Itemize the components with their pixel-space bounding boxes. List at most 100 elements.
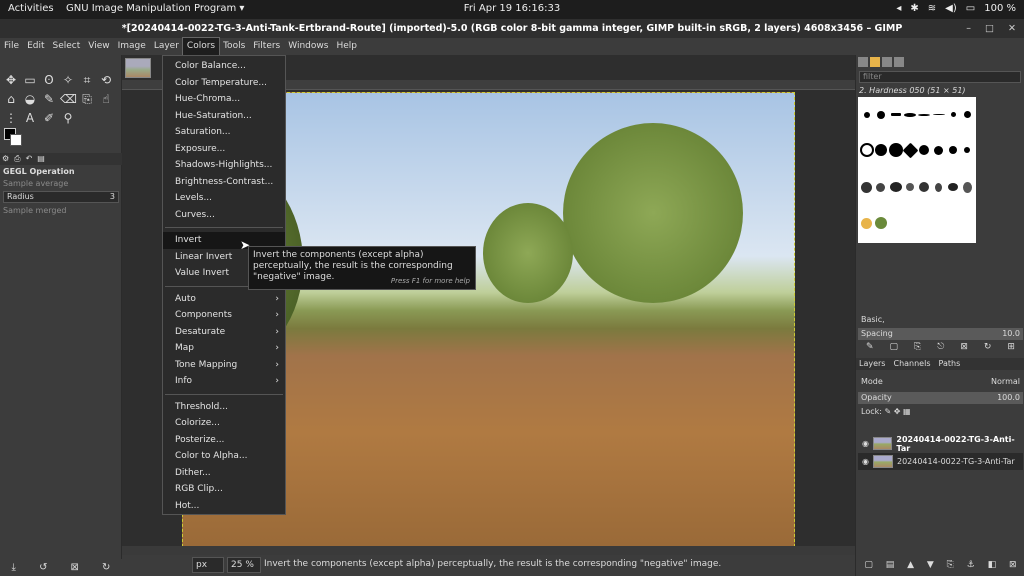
menu-item[interactable]: Color Temperature... [163, 75, 285, 92]
visibility-eye-icon[interactable]: ◉ [862, 439, 869, 448]
brush-swatch[interactable] [890, 113, 901, 117]
raise-layer-icon[interactable]: ▲ [907, 560, 914, 574]
mode-select[interactable]: Normal [991, 376, 1020, 388]
brush-swatch[interactable] [874, 217, 887, 230]
fuzzy-select-tool-icon[interactable]: ✧ [60, 72, 76, 88]
clock[interactable]: Fri Apr 19 16:16:33 [0, 3, 1024, 14]
tab-paths[interactable]: Paths [939, 358, 961, 370]
brush-swatch[interactable] [906, 183, 915, 192]
brush-swatch[interactable] [962, 181, 972, 193]
unit-select[interactable]: px [192, 557, 224, 573]
duplicate-brush-icon[interactable]: ⎘ [914, 342, 921, 356]
anchor-layer-icon[interactable]: ⚓ [967, 560, 975, 574]
menu-item[interactable]: Hue-Saturation... [163, 108, 285, 125]
brush-swatch[interactable] [888, 143, 903, 158]
brush-filter-input[interactable]: filter [859, 71, 1021, 83]
menu-file[interactable]: File [0, 38, 23, 55]
brushes-tab-icon[interactable] [858, 57, 868, 67]
brush-swatch-selected[interactable] [859, 143, 874, 158]
lasso-tool-icon[interactable]: ʘ [41, 72, 57, 88]
reset-options-icon[interactable]: ↻ [102, 559, 110, 576]
edit-brush-icon[interactable]: ✎ [866, 342, 874, 356]
crop-tool-icon[interactable]: ⌗ [79, 72, 95, 88]
new-brush-icon[interactable]: ▢ [890, 342, 899, 356]
copy-location-icon[interactable]: ⎋ [937, 342, 944, 356]
menu-item[interactable]: Saturation... [163, 124, 285, 141]
new-layer-icon[interactable]: ▢ [864, 560, 873, 574]
submenu-tone-mapping[interactable]: Tone Mapping › [163, 357, 285, 374]
brush-swatch[interactable] [861, 217, 873, 229]
brush-swatch[interactable] [904, 112, 917, 117]
brush-swatch[interactable] [963, 111, 971, 119]
images-tab-icon[interactable]: ▤ [37, 153, 45, 165]
brush-swatch[interactable] [948, 183, 959, 192]
paintbrush-tool-icon[interactable]: ✎ [41, 91, 57, 107]
move-tool-icon[interactable]: ✥ [3, 72, 19, 88]
menu-select[interactable]: Select [49, 38, 85, 55]
text-tool-icon[interactable]: A [22, 110, 38, 126]
sample-average-checkbox[interactable]: Sample average [0, 178, 122, 189]
menu-item[interactable]: Color Balance... [163, 58, 285, 75]
tab-layers[interactable]: Layers [859, 358, 885, 370]
menu-item[interactable]: Colorize... [163, 415, 285, 432]
brush-grid[interactable] [858, 97, 976, 243]
new-group-icon[interactable]: ▤ [886, 560, 895, 574]
rect-select-tool-icon[interactable]: ▭ [22, 72, 38, 88]
menu-edit[interactable]: Edit [23, 38, 48, 55]
gradients-tab-icon[interactable] [894, 57, 904, 67]
zoom-select[interactable]: 25 % [227, 557, 261, 573]
lock-alpha-icon[interactable]: ▦ [903, 407, 911, 416]
submenu-info[interactable]: Info › [163, 373, 285, 390]
duplicate-layer-icon[interactable]: ⎘ [947, 560, 954, 574]
brush-preset-select[interactable]: Basic, [858, 314, 1023, 326]
brush-swatch[interactable] [949, 146, 958, 155]
bucket-fill-tool-icon[interactable]: ◒ [22, 91, 38, 107]
lock-position-icon[interactable]: ✥ [894, 407, 901, 416]
menu-image[interactable]: Image [114, 38, 150, 55]
brush-swatch[interactable] [889, 182, 902, 193]
delete-options-icon[interactable]: ⊠ [71, 559, 79, 576]
menu-item[interactable]: Levels... [163, 190, 285, 207]
layer-row[interactable]: ◉ 20240414-0022-TG-3-Anti-Tar [858, 435, 1023, 453]
patterns-tab-icon[interactable] [870, 57, 880, 67]
menu-item[interactable]: Curves... [163, 207, 285, 224]
submenu-desaturate[interactable]: Desaturate › [163, 324, 285, 341]
brush-swatch[interactable] [876, 110, 885, 119]
menu-item[interactable]: Exposure... [163, 141, 285, 158]
horizontal-scrollbar[interactable] [122, 546, 855, 555]
delete-layer-icon[interactable]: ⊠ [1009, 560, 1017, 574]
brush-swatch[interactable] [934, 145, 944, 155]
layer-row[interactable]: ◉ 20240414-0022-TG-3-Anti-Tar [858, 453, 1023, 470]
lower-layer-icon[interactable]: ▼ [927, 560, 934, 574]
delete-brush-icon[interactable]: ⊠ [960, 342, 968, 356]
spacing-slider[interactable]: Spacing 10.0 [858, 328, 1023, 340]
brush-swatch[interactable] [964, 147, 971, 154]
transform-tool-icon[interactable]: ⟲ [98, 72, 114, 88]
menu-item[interactable]: Threshold... [163, 399, 285, 416]
undo-history-tab-icon[interactable]: ↶ [26, 153, 33, 165]
mask-icon[interactable]: ◧ [988, 560, 997, 574]
brush-swatch[interactable] [918, 113, 931, 116]
submenu-map[interactable]: Map › [163, 340, 285, 357]
minimize-button[interactable]: – [966, 19, 971, 38]
brush-swatch[interactable] [876, 182, 886, 192]
color-picker-tool-icon[interactable]: ✐ [41, 110, 57, 126]
maximize-button[interactable]: □ [985, 19, 994, 38]
eraser-tool-icon[interactable]: ⌫ [60, 91, 77, 107]
device-status-tab-icon[interactable]: ⎙ [14, 153, 20, 165]
brush-swatch[interactable] [861, 181, 873, 193]
brush-swatch[interactable] [874, 144, 887, 157]
lock-pixels-icon[interactable]: ✎ [884, 407, 891, 416]
fonts-tab-icon[interactable] [882, 57, 892, 67]
image-tab-thumbnail[interactable] [125, 58, 151, 78]
menu-colors[interactable]: Colors [181, 37, 221, 56]
opacity-slider[interactable]: Opacity 100.0 [858, 392, 1023, 404]
brush-swatch[interactable] [863, 111, 870, 118]
brush-swatch[interactable] [902, 142, 918, 159]
clone-tool-icon[interactable]: ⎘ [79, 91, 95, 107]
tab-channels[interactable]: Channels [893, 358, 930, 370]
menu-item[interactable]: Shadows-Highlights... [163, 157, 285, 174]
menu-item[interactable]: Dither... [163, 465, 285, 482]
path-tool-icon[interactable]: ⋮ [3, 110, 19, 126]
zoom-tool-icon[interactable]: ⚲ [60, 110, 76, 126]
